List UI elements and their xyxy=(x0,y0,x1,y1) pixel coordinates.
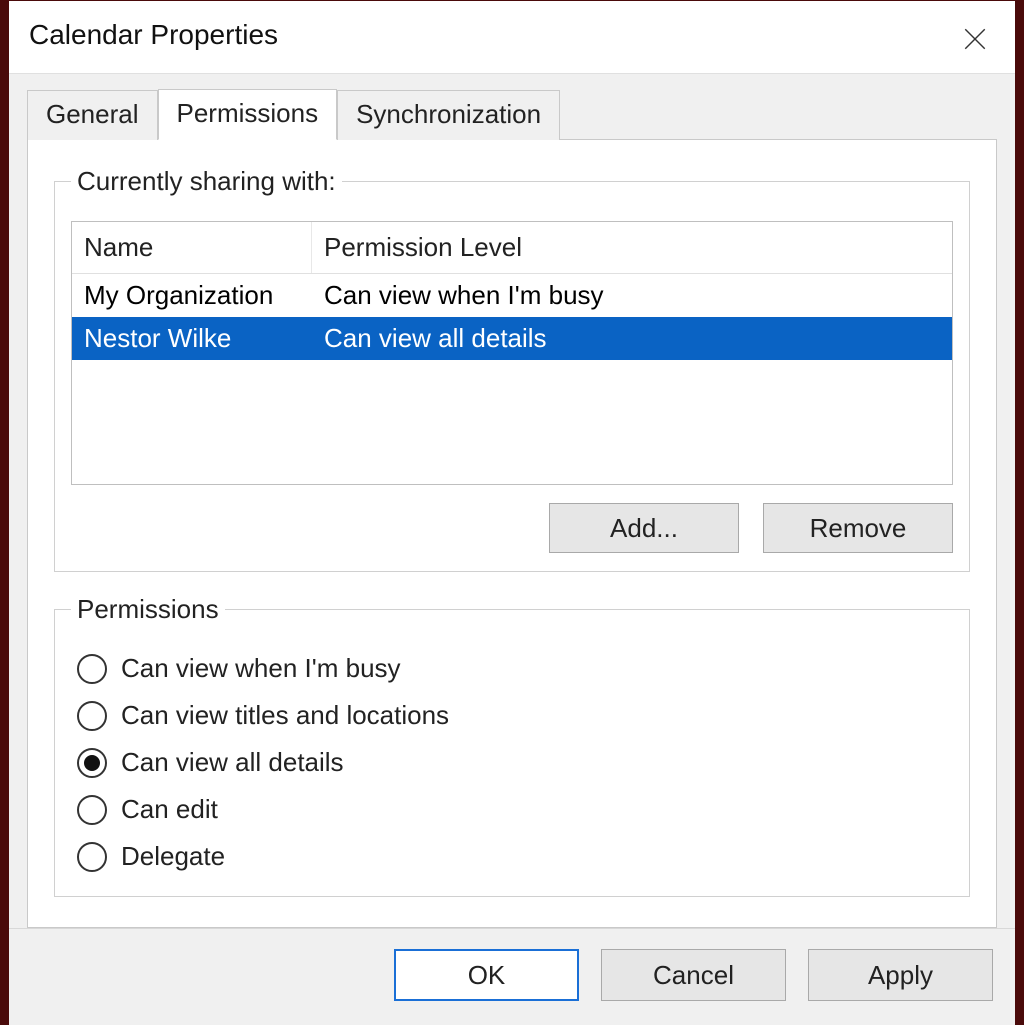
radio-view-busy[interactable]: Can view when I'm busy xyxy=(77,653,947,684)
column-header-permission[interactable]: Permission Level xyxy=(312,222,952,273)
table-row[interactable]: My Organization Can view when I'm busy xyxy=(72,274,952,317)
titlebar: Calendar Properties xyxy=(9,1,1015,74)
sharing-table-body: My Organization Can view when I'm busy N… xyxy=(72,274,952,484)
add-button[interactable]: Add... xyxy=(549,503,739,553)
radio-label: Can view titles and locations xyxy=(121,700,449,731)
tab-synchronization[interactable]: Synchronization xyxy=(337,90,560,140)
radio-label: Can view when I'm busy xyxy=(121,653,401,684)
sharing-legend: Currently sharing with: xyxy=(71,166,342,197)
tab-list: General Permissions Synchronization xyxy=(27,88,997,139)
radio-view-all[interactable]: Can view all details xyxy=(77,747,947,778)
sharing-buttons: Add... Remove xyxy=(71,503,953,553)
close-button[interactable] xyxy=(955,19,995,59)
cell-name: My Organization xyxy=(72,274,312,317)
radio-icon xyxy=(77,842,107,872)
cancel-button[interactable]: Cancel xyxy=(601,949,786,1001)
sharing-table-header: Name Permission Level xyxy=(72,222,952,274)
close-icon xyxy=(962,26,988,52)
radio-view-titles[interactable]: Can view titles and locations xyxy=(77,700,947,731)
remove-button[interactable]: Remove xyxy=(763,503,953,553)
tab-general[interactable]: General xyxy=(27,90,158,140)
cell-name: Nestor Wilke xyxy=(72,317,312,360)
sharing-group: Currently sharing with: Name Permission … xyxy=(54,166,970,572)
radio-icon xyxy=(77,654,107,684)
radio-icon xyxy=(77,795,107,825)
permissions-radio-list: Can view when I'm busy Can view titles a… xyxy=(71,643,953,878)
cell-permission: Can view when I'm busy xyxy=(312,274,952,317)
column-header-name[interactable]: Name xyxy=(72,222,312,273)
window-title: Calendar Properties xyxy=(29,19,278,51)
radio-label: Delegate xyxy=(121,841,225,872)
table-row[interactable]: Nestor Wilke Can view all details xyxy=(72,317,952,360)
apply-button[interactable]: Apply xyxy=(808,949,993,1001)
tab-area: General Permissions Synchronization Curr… xyxy=(9,74,1015,928)
tab-panel-permissions: Currently sharing with: Name Permission … xyxy=(27,139,997,928)
dialog-footer: OK Cancel Apply xyxy=(9,928,1015,1025)
radio-label: Can view all details xyxy=(121,747,344,778)
tab-permissions[interactable]: Permissions xyxy=(158,89,338,140)
dialog-window: Calendar Properties General Permissions … xyxy=(8,0,1016,1024)
permissions-group: Permissions Can view when I'm busy Can v… xyxy=(54,594,970,897)
radio-icon xyxy=(77,748,107,778)
ok-button[interactable]: OK xyxy=(394,949,579,1001)
radio-icon xyxy=(77,701,107,731)
radio-delegate[interactable]: Delegate xyxy=(77,841,947,872)
sharing-table: Name Permission Level My Organization Ca… xyxy=(71,221,953,485)
cell-permission: Can view all details xyxy=(312,317,952,360)
radio-label: Can edit xyxy=(121,794,218,825)
permissions-legend: Permissions xyxy=(71,594,225,625)
radio-can-edit[interactable]: Can edit xyxy=(77,794,947,825)
